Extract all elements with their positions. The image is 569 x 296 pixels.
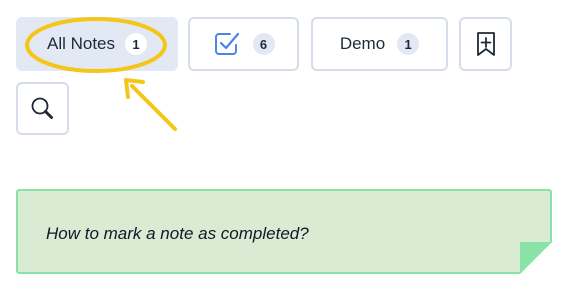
demo-label: Demo — [339, 34, 386, 53]
search-icon — [30, 96, 56, 122]
tutorial-arrow-icon — [124, 78, 177, 131]
all-notes-button[interactable]: All Notes 1 — [16, 17, 178, 71]
all-notes-count-badge: 1 — [125, 33, 148, 55]
completed-count-badge: 6 — [252, 33, 275, 55]
completed-notes-button[interactable]: 6 — [188, 17, 299, 71]
note-card[interactable]: How to mark a note as completed? — [16, 189, 552, 274]
add-note-button[interactable] — [459, 17, 512, 71]
search-button[interactable] — [16, 82, 69, 135]
demo-count-badge: 1 — [397, 33, 420, 55]
demo-notebook-button[interactable]: Demo 1 — [311, 17, 448, 71]
checkbox-check-icon — [213, 31, 239, 57]
note-corner-fold — [520, 242, 552, 274]
bookmark-plus-icon — [475, 31, 497, 57]
note-text: How to mark a note as completed? — [46, 224, 309, 243]
all-notes-label: All Notes — [46, 34, 116, 53]
